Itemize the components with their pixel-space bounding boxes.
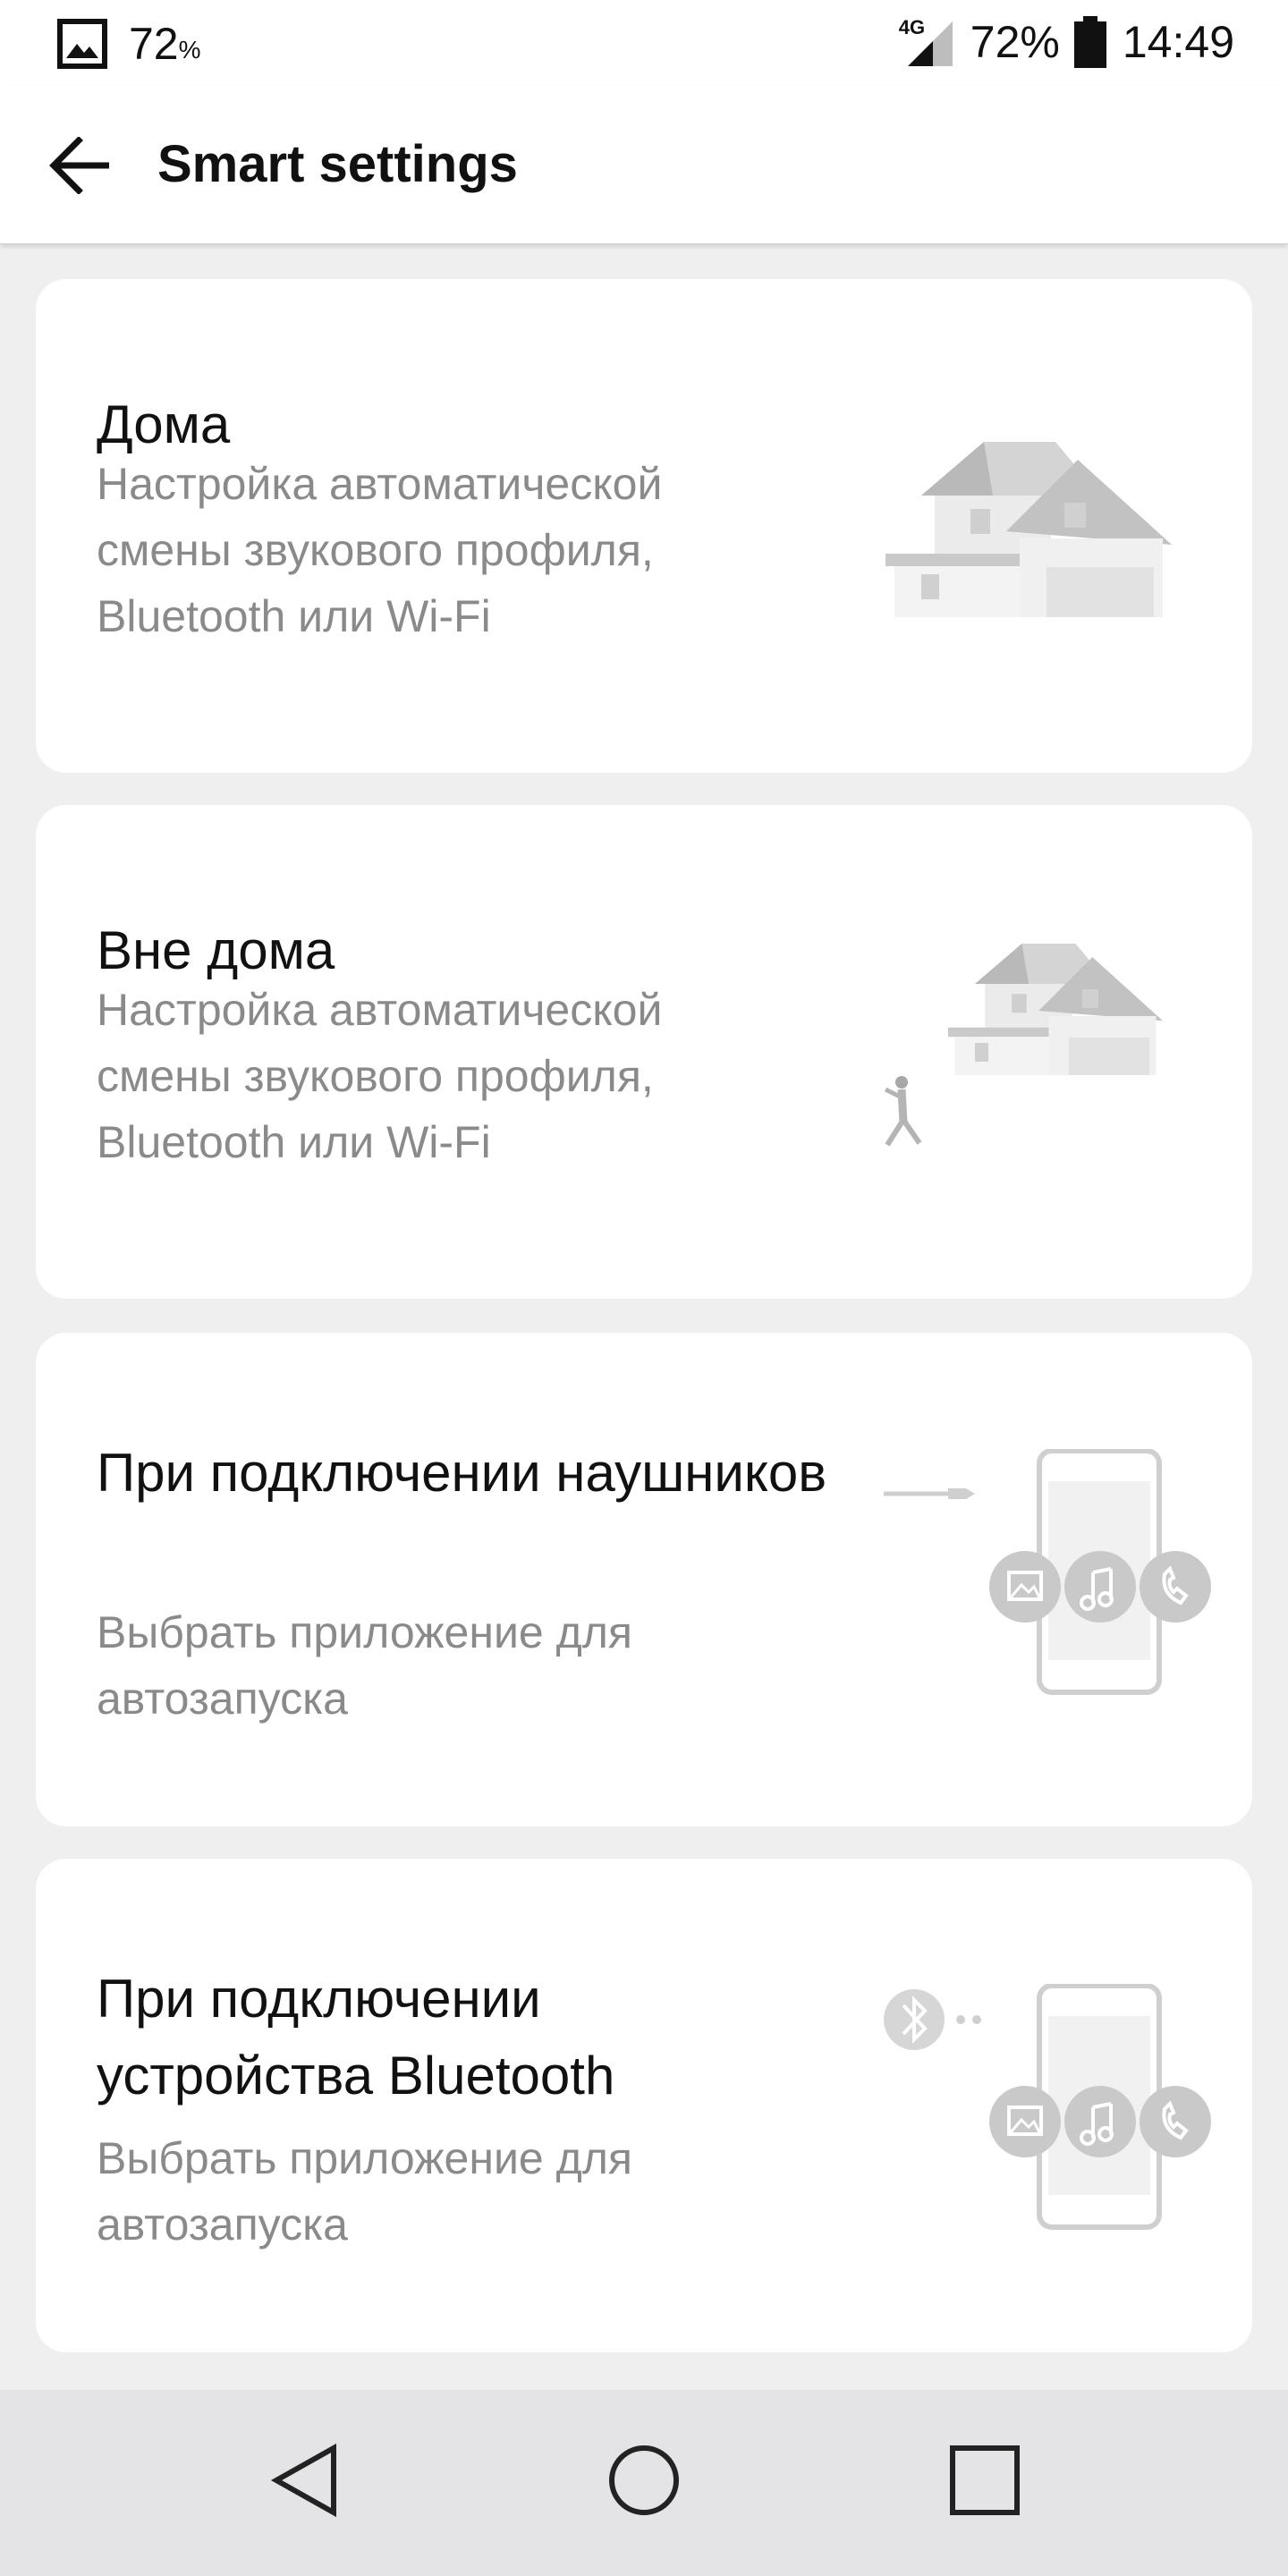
page-title: Smart settings [157,135,518,193]
house-icon [886,424,1181,625]
status-bar: 72 % 4G 72% 14:49 [0,0,1288,86]
status-bar-right: 4G 72% 14:49 [899,16,1234,68]
card-title: При подключении наушников [97,1443,827,1503]
card-description: Настройка автоматической смены звукового… [97,459,663,641]
headphones-phone-apps-icon [877,1448,1216,1713]
battery-percent: 72% [970,17,1060,67]
signal-icon: 4G [899,16,958,68]
arrow-back-icon [48,135,113,199]
image-icon [57,19,107,69]
nav-recents-button[interactable] [936,2433,1034,2531]
walking-away-from-house-icon [877,930,1181,1185]
status-bar-left: 72 % [57,18,201,70]
recents-square-icon [949,2445,1021,2521]
card-bluetooth[interactable]: При подключении устройства Bluetooth Выб… [36,1859,1252,2352]
card-home[interactable]: Дома Настройка автоматической смены звук… [36,279,1252,773]
nav-back-button[interactable] [256,2433,354,2531]
back-triangle-icon [269,2443,341,2522]
app-bar: Smart settings [0,86,1288,244]
home-circle-icon [606,2443,682,2522]
card-headphones[interactable]: При подключении наушников Выбрать прилож… [36,1333,1252,1826]
card-away[interactable]: Вне дома Настройка автоматической смены … [36,805,1252,1299]
notification-percent: 72 [129,19,179,69]
card-description: Выбрать приложение для автозапуска [97,2133,632,2250]
navigation-bar [0,2390,1288,2576]
bluetooth-phone-apps-icon [877,1983,1216,2248]
nav-home-button[interactable] [595,2433,693,2531]
card-description: Выбрать приложение для автозапуска [97,1607,632,1724]
clock: 14:49 [1122,17,1234,67]
card-title: При подключении устройства Bluetooth [97,1969,615,2106]
back-button[interactable] [39,127,122,208]
notification-percent-unit: % [178,36,201,64]
card-description: Настройка автоматической смены звукового… [97,985,663,1167]
battery-icon [1073,16,1106,68]
